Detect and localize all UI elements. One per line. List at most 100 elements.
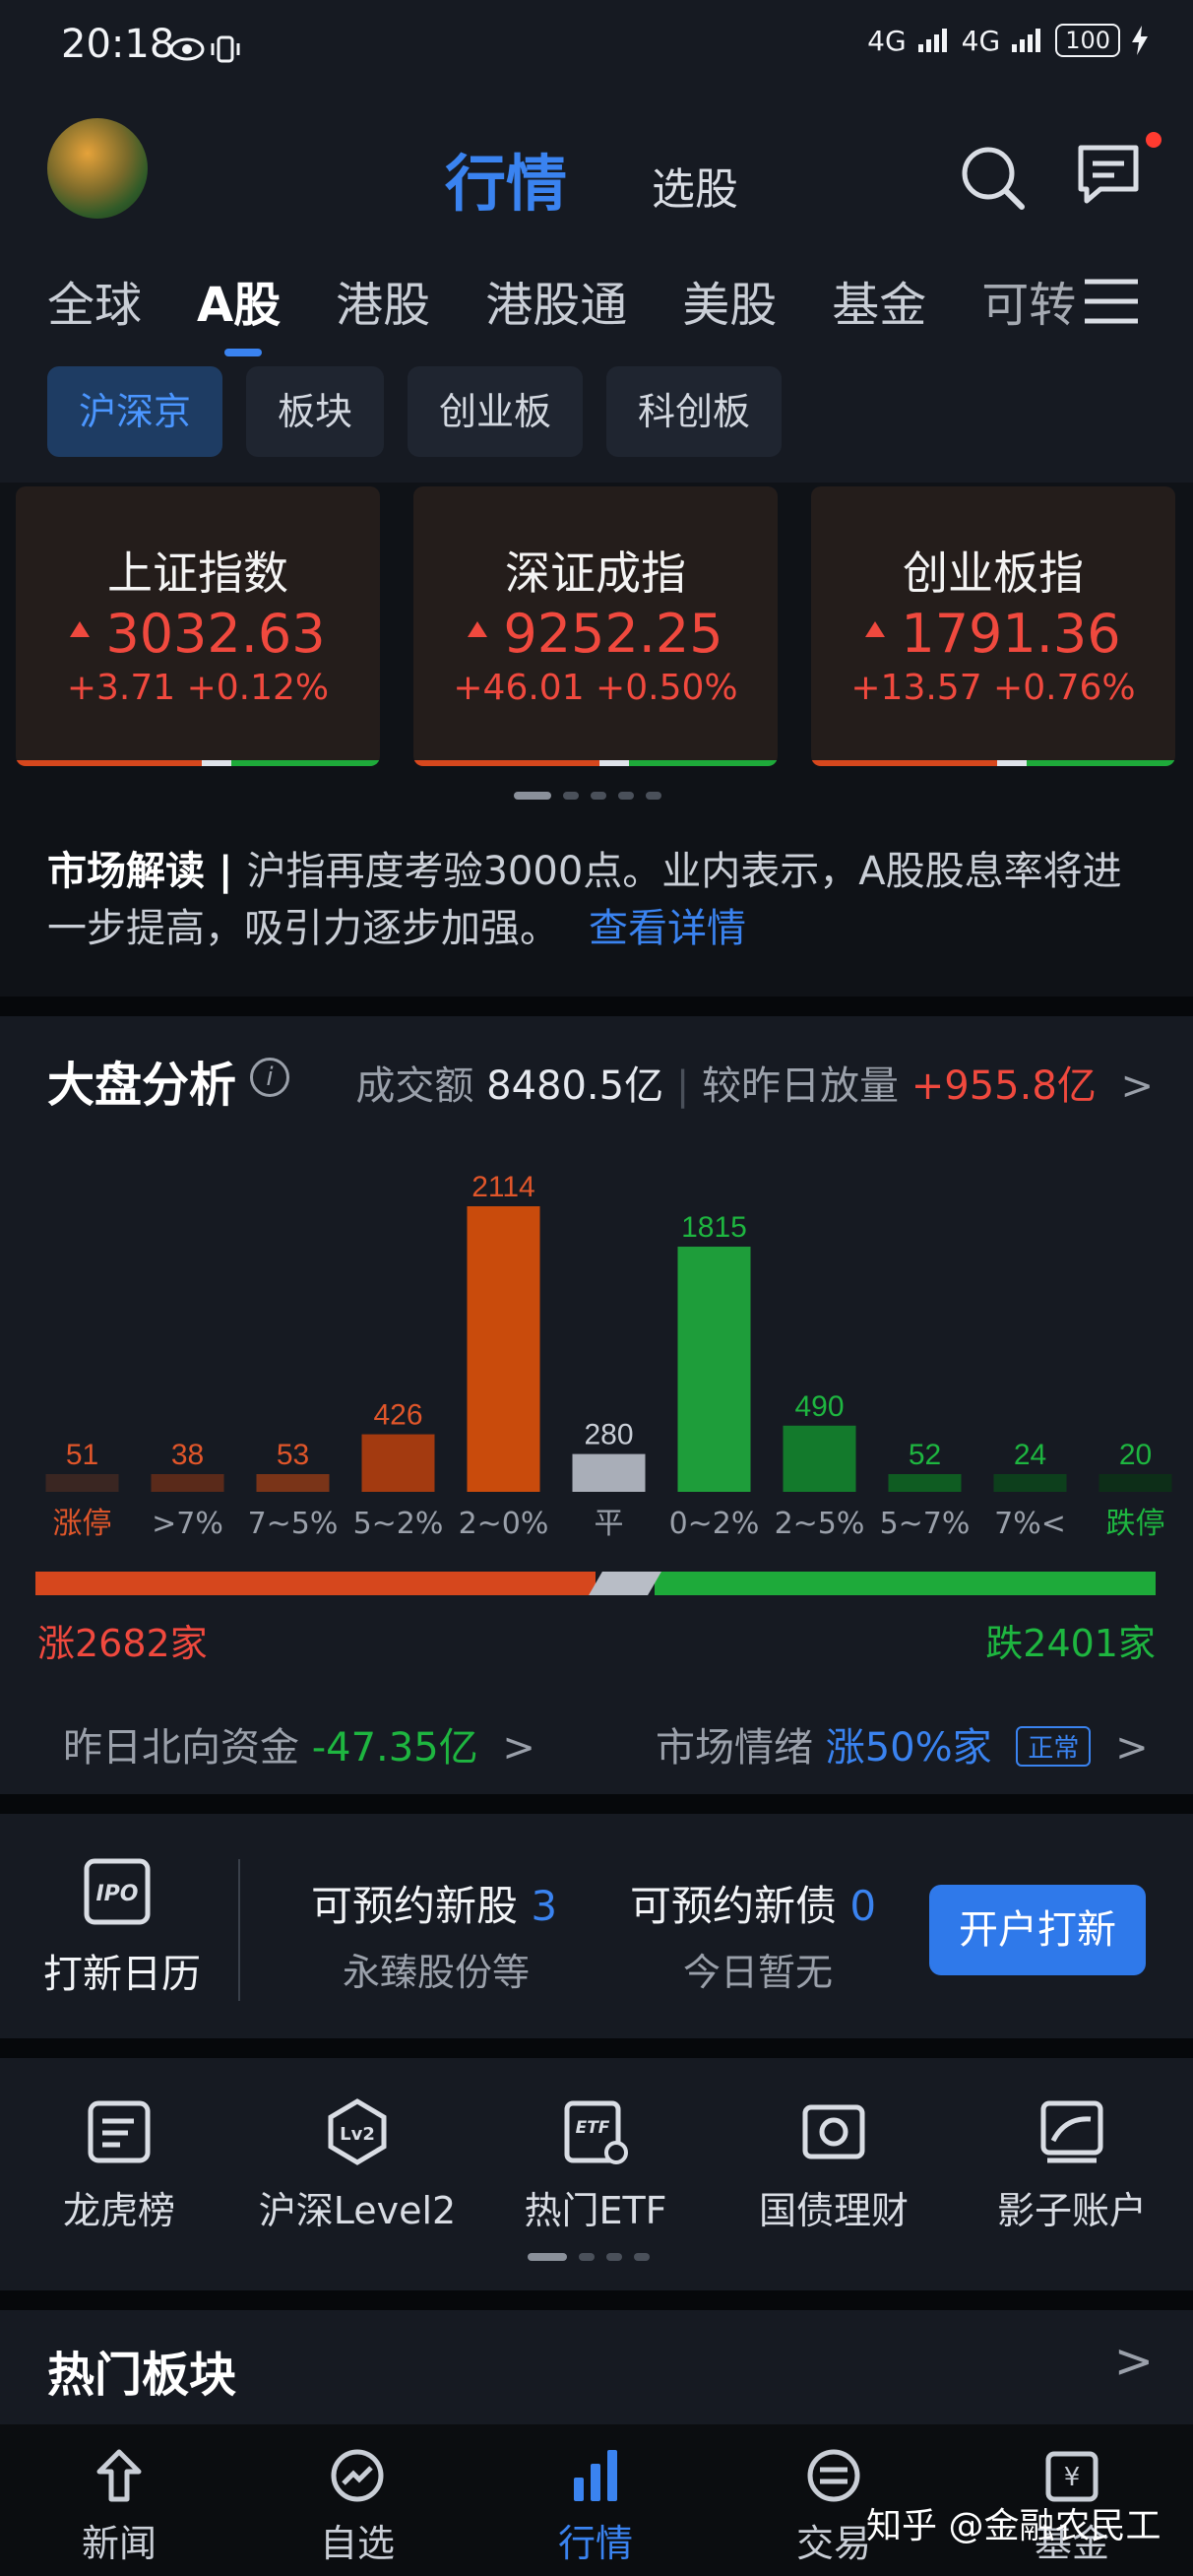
ipo-calendar-icon[interactable]: IPO [83, 1857, 154, 1928]
status-icons [169, 35, 240, 63]
signal-icon [1012, 29, 1041, 52]
index-change: +13.57 +0.76% [850, 668, 1136, 708]
market-tab-hk[interactable]: 港股 [336, 266, 430, 335]
tool-treasury[interactable]: 国债理财 [715, 2097, 953, 2234]
index-card[interactable]: 上证指数 3032.63 +3.71 +0.12% [16, 486, 380, 766]
network-label-1: 4G [867, 24, 907, 57]
search-icon[interactable] [957, 142, 1028, 213]
new-bond-subscribe[interactable]: 可预约新债 0 [630, 1873, 876, 1933]
bar-value-label: 280 [584, 1419, 633, 1451]
subtab-chinext[interactable]: 创业板 [408, 366, 584, 457]
chevron-right-icon: > [502, 1725, 535, 1771]
nav-label: 自选 [319, 2522, 395, 2565]
divider [0, 1794, 1193, 1814]
new-stock-subscribe[interactable]: 可预约新股 3 [311, 1873, 557, 1933]
northbound-label: 昨日北向资金 [63, 1725, 299, 1771]
open-account-ipo-button[interactable]: 开户打新 [929, 1885, 1146, 1975]
northbound-flow[interactable]: 昨日北向资金 -47.35亿 > [63, 1715, 535, 1772]
info-icon[interactable]: i [250, 1058, 289, 1097]
new-stock-count: 3 [531, 1882, 558, 1930]
bar-category-label: 2~0% [459, 1507, 549, 1541]
market-sentiment[interactable]: 市场情绪 涨50%家 正常 > [656, 1715, 1149, 1772]
tool-dragon-tiger[interactable]: 龙虎榜 [0, 2097, 238, 2234]
subtab-sector[interactable]: 板块 [246, 366, 385, 457]
tool-label: 龙虎榜 [62, 2189, 175, 2232]
view-details-link[interactable]: 查看详情 [589, 906, 746, 951]
bar-category-label: 2~5% [775, 1507, 865, 1541]
market-tab-hk-connect[interactable]: 港股通 [485, 266, 627, 335]
sentiment-value: 涨50%家 [825, 1725, 992, 1771]
index-breadth-bar [413, 760, 778, 766]
distribution-bar [572, 1453, 646, 1492]
nav-watchlist[interactable]: 自选 [238, 2424, 476, 2576]
index-name: 上证指数 [107, 547, 288, 600]
shadow-account-icon [1040, 2100, 1103, 2163]
charging-icon [1132, 26, 1148, 55]
ipo-calendar-label[interactable]: 打新日历 [43, 1942, 201, 1999]
index-value: 1791.36 [811, 603, 1175, 665]
divider [0, 2290, 1193, 2310]
up-arrow-icon [468, 621, 488, 638]
subtab-sh-sz-bj[interactable]: 沪深京 [47, 366, 223, 457]
distribution-bar [783, 1425, 856, 1492]
breadth-down-segment [654, 1572, 1156, 1595]
tab-quotes[interactable]: 行情 [445, 134, 567, 223]
status-bar: 20:18 4G 4G 100 [0, 0, 1193, 98]
bar-category-label: 7%< [994, 1507, 1066, 1541]
market-analysis-title: 大盘分析 [47, 1058, 237, 1113]
market-tab-fund[interactable]: 基金 [832, 266, 926, 335]
bar-value-label: 38 [171, 1439, 204, 1471]
svg-text:¥: ¥ [1064, 2463, 1081, 2492]
bar-category-label: 5~7% [880, 1507, 971, 1541]
status-right: 4G 4G 100 [867, 24, 1150, 57]
tab-stock-picker[interactable]: 选股 [652, 154, 738, 217]
bar-category-label: >7% [152, 1507, 223, 1541]
index-pager [514, 792, 661, 800]
index-card[interactable]: 创业板指 1791.36 +13.57 +0.76% [811, 486, 1175, 766]
signal-icon [917, 29, 947, 52]
svg-text:IPO: IPO [95, 1882, 138, 1906]
index-change: +46.01 +0.50% [453, 668, 738, 708]
index-card[interactable]: 深证成指 9252.25 +46.01 +0.50% [413, 486, 778, 766]
tool-shadow-account[interactable]: 影子账户 [953, 2097, 1191, 2234]
nav-news[interactable]: 新闻 [0, 2424, 238, 2576]
market-tab-global[interactable]: 全球 [47, 266, 142, 335]
dragon-tiger-list-icon [88, 2100, 151, 2163]
index-value: 9252.25 [413, 603, 778, 665]
bar-value-label: 52 [909, 1439, 941, 1471]
message-icon[interactable] [1075, 140, 1146, 211]
treasury-bond-icon [802, 2104, 865, 2159]
tool-level2[interactable]: Lv2 沪深Level2 [238, 2097, 476, 2234]
bar-category-label: 0~2% [669, 1507, 760, 1541]
bar-value-label: 2114 [471, 1171, 535, 1203]
notification-dot [1146, 132, 1162, 148]
distribution-chart: 51 涨停 38 >7% 53 7~5% 426 5~2% 2114 2~0% 280 平 1815 0~… [45, 1171, 1172, 1541]
tool-label: 影子账户 [996, 2189, 1147, 2232]
news-icon [96, 2449, 142, 2502]
distribution-bar [677, 1247, 751, 1492]
chevron-right-icon[interactable]: > [1114, 2334, 1154, 2389]
market-tab-a-shares[interactable]: A股 [197, 266, 281, 356]
index-name: 深证成指 [505, 547, 686, 600]
sentiment-label: 市场情绪 [656, 1725, 813, 1771]
subtab-star[interactable]: 科创板 [606, 366, 783, 457]
ipo-divider [238, 1859, 240, 2001]
turnover-summary[interactable]: 成交额 8480.5亿 | 较昨日放量 +955.8亿 > [355, 1054, 1154, 1111]
market-tab-convertible[interactable]: 可转 [981, 266, 1076, 335]
index-value: 3032.63 [16, 603, 380, 665]
nav-label: 行情 [557, 2522, 633, 2565]
bar-value-label: 53 [277, 1439, 309, 1471]
market-commentary[interactable]: 市场解读 | 沪指再度考验3000点。业内表示，A股股息率将进一步提高，吸引力逐… [47, 843, 1150, 957]
up-arrow-icon [865, 621, 886, 638]
index-cards: 上证指数 3032.63 +3.71 +0.12% 深证成指 9252.25 +… [16, 486, 1175, 766]
bar-category-label: 跌停 [1106, 1507, 1165, 1541]
hot-sectors-title: 热门板块 [47, 2348, 237, 2403]
new-stock-detail: 永臻股份等 [343, 1951, 531, 1994]
market-tab-us[interactable]: 美股 [682, 266, 777, 335]
nav-label: 新闻 [81, 2522, 157, 2565]
nav-quotes[interactable]: 行情 [476, 2424, 715, 2576]
avatar[interactable] [47, 118, 148, 219]
menu-icon[interactable] [1077, 272, 1146, 331]
tool-hot-etf[interactable]: ETF 热门ETF [476, 2097, 715, 2234]
up-count: 涨2682家 [37, 1622, 208, 1665]
